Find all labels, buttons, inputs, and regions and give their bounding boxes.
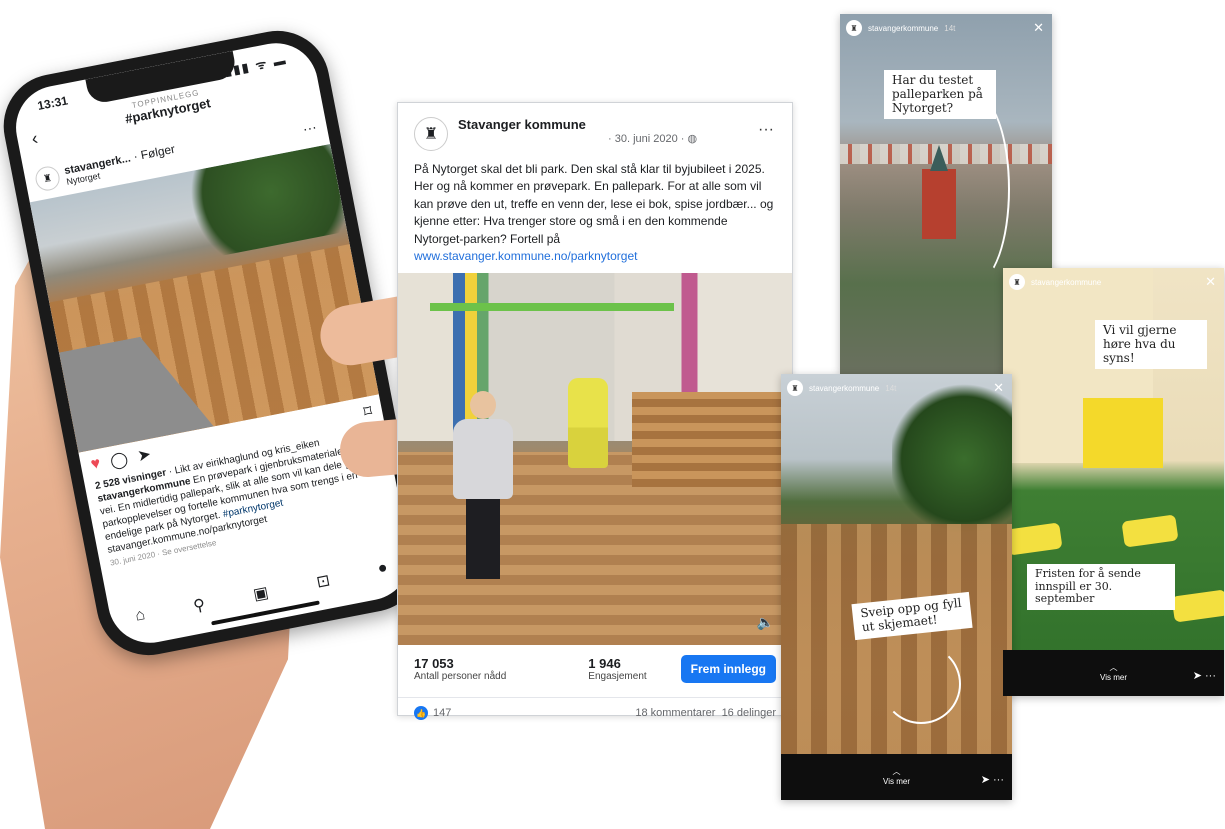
share-count[interactable]: 16 delinger xyxy=(722,707,776,719)
story-callout-top: Vi vil gjerne høre hva du syns! xyxy=(1095,320,1207,370)
engagement-count: 1 946 xyxy=(588,656,621,672)
story-footer: ︿ Vis mer ➤ ··· xyxy=(781,754,1012,800)
reach-label: Antall personer nådd xyxy=(414,671,507,683)
cushion xyxy=(1171,589,1224,623)
boost-post-button[interactable]: Frem innlegg xyxy=(680,655,776,684)
facebook-post-header: ♜ Stavanger kommune · 30. juni 2020 · ◍ … xyxy=(398,103,792,157)
share-icon[interactable]: ➤ xyxy=(136,444,153,466)
like-heart-icon[interactable]: ♥ xyxy=(89,455,102,474)
avatar[interactable]: ♜ xyxy=(846,20,862,36)
story-callout: Har du testet palleparken på Nytorget? xyxy=(884,70,996,120)
story-footer: ︿ Vis mer ➤ ··· xyxy=(1003,650,1224,696)
close-icon[interactable]: ✕ xyxy=(1205,274,1216,290)
story-age: 14t xyxy=(944,23,956,33)
story-header: ♜ stavangerkommune 14t ✕ xyxy=(787,380,1004,396)
girl xyxy=(448,391,518,591)
search-icon[interactable]: ⚲ xyxy=(192,595,207,617)
see-more-button[interactable]: ︿ Vis mer xyxy=(1100,662,1127,682)
avatar[interactable]: ♜ xyxy=(1009,274,1025,290)
cushion xyxy=(1005,522,1063,556)
story-account[interactable]: stavangerkommune xyxy=(868,24,938,33)
instagram-story-3[interactable]: ♜ stavangerkommune 14t ✕ Sveip opp og fy… xyxy=(781,374,1012,800)
more-options-icon[interactable]: ··· xyxy=(993,774,1004,786)
more-options-icon[interactable]: ··· xyxy=(758,121,774,139)
chevron-up-icon: ︿ xyxy=(1109,663,1118,672)
comment-icon[interactable]: ◯ xyxy=(108,449,130,472)
more-options-icon[interactable]: ··· xyxy=(1205,670,1216,682)
story-age: 14t xyxy=(885,383,897,393)
bookmark-icon[interactable]: ⌑ xyxy=(362,401,374,422)
post-link[interactable]: www.stavanger.kommune.no/parknytorget xyxy=(414,249,637,263)
like-count[interactable]: 147 xyxy=(433,707,451,719)
arrow-icon xyxy=(940,94,1010,284)
like-icon[interactable]: 👍 xyxy=(414,706,428,721)
more-options-icon[interactable]: ··· xyxy=(301,118,318,136)
post-video[interactable]: 🔈 xyxy=(398,273,792,646)
reach-count: 17 053 xyxy=(414,656,454,672)
comment-count[interactable]: 18 kommentarer xyxy=(635,707,715,719)
send-icon[interactable]: ➤ xyxy=(981,773,990,786)
post-date[interactable]: · 30. juni 2020 · xyxy=(608,133,688,145)
chevron-up-icon: ︿ xyxy=(892,767,901,776)
bottom-nav: ⌂ ⚲ ▣ ⊡ ● xyxy=(110,554,414,632)
post-insights: 17 053 Antall personer nådd 1 946 Engasj… xyxy=(398,645,792,693)
engagement-label: Engasjement xyxy=(588,671,647,683)
reels-icon[interactable]: ▣ xyxy=(251,582,270,605)
story-callout-bottom: Fristen for å sende innspill er 30. sept… xyxy=(1027,564,1175,610)
post-text: På Nytorget skal det bli park. Den skal … xyxy=(398,157,792,273)
story-header: ♜ stavangerkommune ✕ xyxy=(1009,274,1216,290)
facebook-post-card: ♜ Stavanger kommune · 30. juni 2020 · ◍ … xyxy=(397,102,793,721)
page-name[interactable]: Stavanger kommune xyxy=(458,117,697,132)
story-account[interactable]: stavangerkommune xyxy=(809,384,879,393)
home-icon[interactable]: ⌂ xyxy=(134,606,147,627)
pallet-stack xyxy=(632,392,782,488)
globe-icon: ◍ xyxy=(687,133,698,145)
profile-icon[interactable]: ● xyxy=(376,559,389,580)
shop-icon[interactable]: ⊡ xyxy=(315,570,332,592)
volume-icon[interactable]: 🔈 xyxy=(757,614,774,631)
send-icon[interactable]: ➤ xyxy=(1193,669,1202,682)
arrow-icon xyxy=(881,644,961,724)
instagram-story-2[interactable]: ♜ stavangerkommune ✕ Vi vil gjerne høre … xyxy=(1003,268,1224,696)
post-body: På Nytorget skal det bli park. Den skal … xyxy=(414,162,774,246)
avatar[interactable]: ♜ xyxy=(33,164,62,193)
cushion xyxy=(1121,514,1179,548)
reactions-bar: 👍 147 18 kommentarer 16 delinger xyxy=(398,697,792,728)
story-header: ♜ stavangerkommune 14t ✕ xyxy=(846,20,1044,36)
pallet-benches xyxy=(781,524,1012,754)
avatar[interactable]: ♜ xyxy=(787,380,803,396)
coat-of-arms-icon[interactable]: ♜ xyxy=(414,117,448,151)
close-icon[interactable]: ✕ xyxy=(1033,20,1044,36)
worker xyxy=(568,378,608,469)
see-more-button[interactable]: ︿ Vis mer xyxy=(883,766,910,786)
story-account[interactable]: stavangerkommune xyxy=(1031,278,1101,287)
close-icon[interactable]: ✕ xyxy=(993,380,1004,396)
